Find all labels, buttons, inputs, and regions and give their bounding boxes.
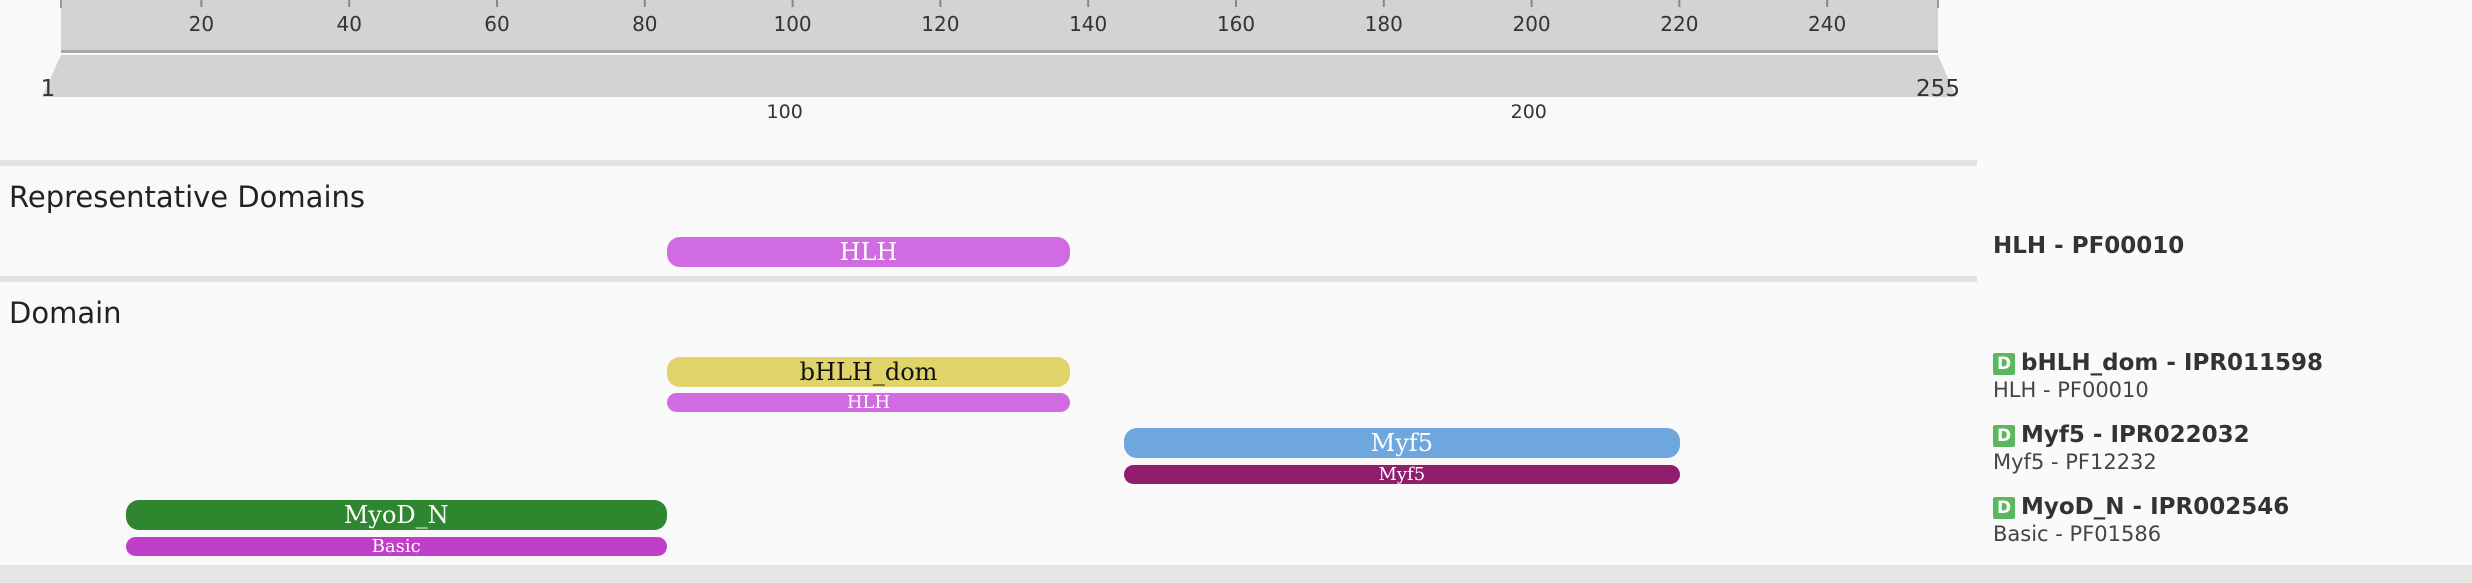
section-title-domain: Domain (9, 296, 122, 330)
domain-badge-icon: D (1993, 353, 2015, 375)
track-hlh-subfeature[interactable]: HLH (666, 393, 1071, 412)
legend-bhlh-dom[interactable]: DbHLH_dom - IPR011598 HLH - PF00010 (1993, 350, 2323, 402)
legend-hlh-title[interactable]: HLH - PF00010 (1993, 233, 2184, 259)
legend-hlh[interactable]: HLH - PF00010 (1993, 233, 2184, 259)
legend-myf5[interactable]: D Myf5 - IPR022032 Myf5 - PF12232 (1993, 422, 2250, 474)
legend-bhlh-sub[interactable]: HLH - PF00010 (1993, 378, 2323, 402)
track-basic-subfeature[interactable]: Basic (125, 537, 667, 556)
legend-myf5-sub[interactable]: Myf5 - PF12232 (1993, 450, 2250, 474)
bottom-scrollbar[interactable] (0, 565, 2472, 583)
track-myf5-subfeature[interactable]: Myf5 (1123, 465, 1680, 484)
ruler-tick-label: 100 (773, 12, 811, 36)
track-hlh-representative[interactable]: HLH (666, 237, 1071, 267)
legend-myod-n[interactable]: D MyoD_N - IPR002546 Basic - PF01586 (1993, 494, 2289, 546)
domain-badge-icon: D (1993, 497, 2015, 519)
ruler-tick-label: 180 (1365, 12, 1403, 36)
legend-myod-title[interactable]: MyoD_N - IPR002546 (2021, 494, 2289, 520)
ruler-end-label: 255 (1916, 76, 1960, 102)
legend-bhlh-title[interactable]: bHLH_dom - IPR011598 (2021, 350, 2323, 376)
track-bhlh-dom[interactable]: bHLH_dom (666, 357, 1071, 387)
legend-myod-sub[interactable]: Basic - PF01586 (1993, 522, 2289, 546)
section-title-representative: Representative Domains (9, 180, 365, 214)
ruler-tick-label: 140 (1069, 12, 1107, 36)
track-myf5[interactable]: Myf5 (1123, 428, 1680, 458)
section-separator (0, 276, 1977, 282)
ruler-scale-label: 100 (767, 101, 803, 123)
ruler-tick-label: 40 (336, 12, 361, 36)
track-myod-n[interactable]: MyoD_N (125, 500, 667, 530)
section-separator (0, 160, 1977, 166)
ruler-tick-label: 60 (484, 12, 509, 36)
sequence-ruler: 20 40 60 80 100 120 140 160 180 200 220 240 1 255 1… (41, 0, 1960, 123)
domain-badge-icon: D (1993, 425, 2015, 447)
ruler-tick-label: 240 (1808, 12, 1846, 36)
ruler-tick-label: 220 (1660, 12, 1698, 36)
zoom-trapezoid (42, 55, 1956, 97)
ruler-tick-label: 20 (189, 12, 214, 36)
ruler-tick-label: 160 (1217, 12, 1255, 36)
ruler-start-label: 1 (41, 76, 56, 102)
ruler-tick-label: 120 (921, 12, 959, 36)
ruler-scale-label: 200 (1511, 101, 1547, 123)
ruler-tick-label: 80 (632, 12, 657, 36)
legend-panel (1977, 0, 2472, 565)
ruler-tick-label: 200 (1512, 12, 1550, 36)
legend-myf5-title[interactable]: Myf5 - IPR022032 (2021, 422, 2250, 448)
